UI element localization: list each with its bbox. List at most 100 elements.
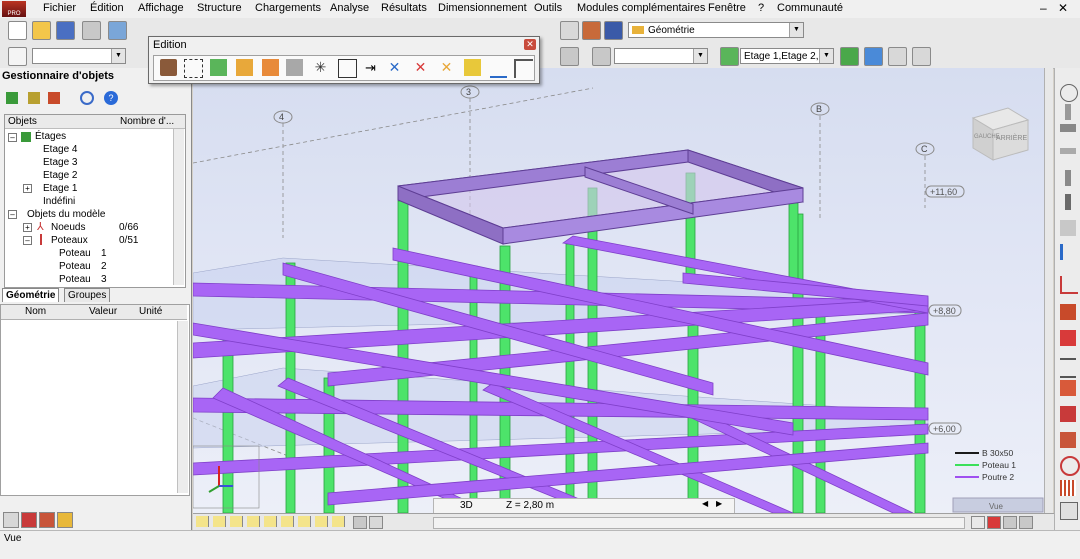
offset-icon[interactable] [236, 59, 253, 76]
properties-scrollbar[interactable] [177, 321, 188, 493]
tab-groupes[interactable]: Groupes [64, 288, 111, 302]
result-tool-icon[interactable] [1060, 380, 1076, 396]
story-display-icon[interactable] [888, 47, 907, 66]
node-tool-icon[interactable] [1060, 84, 1078, 102]
brush-icon[interactable] [160, 59, 177, 76]
tree-objets-modele[interactable]: Objets du modèle [27, 209, 105, 220]
view-tool-icons[interactable] [196, 516, 346, 527]
tree-indefini[interactable]: Indéfini [43, 196, 75, 207]
expand-icon[interactable]: + [23, 223, 32, 232]
view-tool-icon[interactable] [353, 516, 367, 529]
tree-poteau-3[interactable]: Poteau [59, 274, 91, 285]
close-icon[interactable]: ✕ [524, 39, 536, 50]
mirror-icon[interactable] [286, 59, 303, 76]
close-button[interactable]: ✕ [1058, 1, 1068, 15]
calculator-icon[interactable] [560, 21, 579, 40]
load-case-select[interactable]: ▼ [614, 48, 708, 64]
story-display-icon[interactable] [912, 47, 931, 66]
slab-tool-icon[interactable] [1060, 148, 1076, 154]
minimize-button[interactable]: – [1040, 1, 1047, 15]
project-icon[interactable] [490, 59, 507, 78]
report-tool-icon[interactable] [1060, 502, 1078, 520]
col-nom[interactable]: Nom [25, 306, 46, 317]
story-help-icon[interactable] [864, 47, 883, 66]
save-icon[interactable] [56, 21, 75, 40]
selection-input[interactable]: ▼ [32, 48, 126, 64]
tree-poteaux[interactable]: Poteaux [51, 235, 88, 246]
rotate-icon[interactable]: ✳ [312, 59, 329, 76]
tree-etage-2[interactable]: Etage 2 [43, 170, 77, 181]
tree-etage-3[interactable]: Etage 3 [43, 157, 77, 168]
load-case-icon[interactable] [1060, 304, 1076, 320]
corner-icon[interactable] [514, 59, 533, 78]
load-tool-icon[interactable] [1060, 276, 1078, 294]
chevron-down-icon[interactable]: ▼ [789, 23, 803, 37]
release-tool-icon[interactable] [1060, 244, 1079, 260]
selection-cursor-icon[interactable] [8, 47, 27, 66]
clear-filter-icon[interactable] [48, 92, 60, 104]
layers-icon[interactable] [604, 21, 623, 40]
intersect-icon[interactable]: ✕ [412, 59, 429, 76]
menu-structure[interactable]: Structure [197, 2, 242, 14]
chevron-down-icon[interactable]: ▼ [819, 49, 833, 63]
help-icon[interactable]: ? [104, 91, 118, 105]
structure-icon[interactable] [6, 92, 18, 104]
wall-tool-icon[interactable] [1065, 170, 1071, 186]
search-icon[interactable] [80, 91, 94, 105]
collapse-icon[interactable]: – [23, 236, 32, 245]
tool-icon[interactable] [592, 47, 611, 66]
view-mode-select[interactable]: Géométrie ▼ [628, 22, 804, 38]
view-tool-icon[interactable] [369, 516, 383, 529]
tree-noeuds[interactable]: Noeuds [51, 222, 85, 233]
panel-tool-icon[interactable] [1060, 220, 1076, 236]
tree-poteau-1[interactable]: Poteau [59, 248, 91, 259]
tree-poteau-2[interactable]: Poteau [59, 261, 91, 272]
diagram-tool-icon[interactable] [1060, 406, 1076, 422]
stories-select[interactable]: Etage 1,Etage 2,Eta ▼ [740, 48, 834, 64]
scale-icon[interactable] [338, 59, 357, 78]
beam-tool-icon[interactable] [1060, 124, 1076, 132]
filter-icon[interactable] [28, 92, 40, 104]
new-file-icon[interactable] [8, 21, 27, 40]
story-icon[interactable] [720, 47, 739, 66]
menu-fenetre[interactable]: Fenêtre [708, 2, 746, 14]
menu-modules[interactable]: Modules complémentaires [577, 2, 705, 14]
tree-scrollbar[interactable] [173, 129, 184, 285]
wrench-icon[interactable] [582, 21, 601, 40]
extend-icon[interactable]: ⇥ [362, 59, 379, 76]
trim-icon[interactable]: ✕ [438, 59, 455, 76]
stress-tool-icon[interactable] [1060, 432, 1076, 448]
divide-icon[interactable]: ✕ [386, 59, 403, 76]
print-icon[interactable] [82, 21, 101, 40]
vue-tab[interactable]: Vue [989, 502, 1003, 511]
tab-geometrie[interactable]: Géométrie [2, 288, 60, 302]
menu-analyse[interactable]: Analyse [330, 2, 369, 14]
tree-etages[interactable]: Étages [35, 131, 66, 142]
view-tool-icon[interactable] [971, 516, 985, 529]
object-tree[interactable]: Objets Nombre d'... – Étages Etage 4 Eta… [4, 114, 186, 288]
table-tool-icon[interactable] [1060, 480, 1076, 496]
chevron-right-icon[interactable]: ▶ [716, 499, 722, 508]
tree-etage-1[interactable]: Etage 1 [43, 183, 77, 194]
expand-icon[interactable]: + [23, 184, 32, 193]
support-tool-icon[interactable] [1065, 194, 1071, 210]
tool-icon[interactable] [560, 47, 579, 66]
chevron-down-icon[interactable]: ▼ [693, 49, 707, 63]
chevron-left-icon[interactable]: ◀ [702, 499, 708, 508]
story-up-icon[interactable] [840, 47, 859, 66]
menu-communaute[interactable]: Communauté [777, 2, 843, 14]
menu-edition[interactable]: Édition [90, 2, 124, 14]
open-folder-icon[interactable] [32, 21, 51, 40]
combination-icon[interactable] [1060, 330, 1076, 346]
menu-fichier[interactable]: Fichier [43, 2, 76, 14]
menu-outils[interactable]: Outils [534, 2, 562, 14]
panel-tool-icon[interactable] [57, 512, 73, 528]
view-tool-icon[interactable] [987, 516, 1001, 529]
collapse-icon[interactable]: – [8, 210, 17, 219]
section-tool-icon[interactable] [1060, 358, 1076, 378]
align-icon[interactable] [464, 59, 481, 76]
column-tool-icon[interactable] [1065, 104, 1071, 120]
view-tool-icon[interactable] [1003, 516, 1017, 529]
menu-affichage[interactable]: Affichage [138, 2, 184, 14]
move-icon[interactable] [184, 59, 203, 78]
